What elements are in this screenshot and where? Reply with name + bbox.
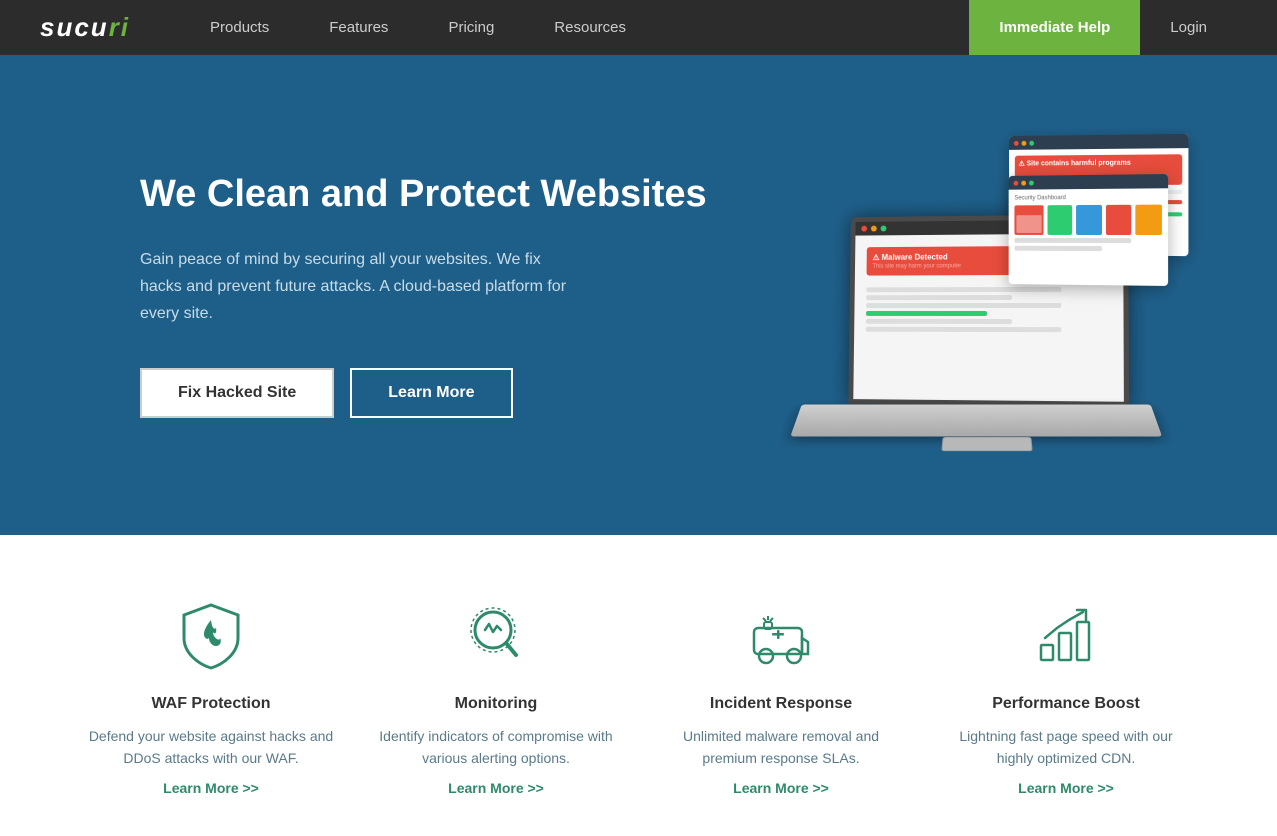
screen-dot-r — [861, 226, 867, 232]
dot-green — [1029, 140, 1034, 145]
s-line-status — [866, 311, 987, 316]
nav-resources[interactable]: Resources — [554, 19, 626, 36]
features-section: WAF Protection Defend your website again… — [0, 535, 1277, 836]
nav-links: Products Features Pricing Resources — [210, 19, 969, 36]
s-line-3 — [866, 303, 1061, 308]
incident-icon-container — [741, 595, 821, 675]
learn-more-button[interactable]: Learn More — [350, 368, 512, 418]
bar-chart-5 — [1136, 205, 1162, 235]
hero-illustration: ⚠ Site contains harmful programs RISK OK — [777, 115, 1197, 475]
monitoring-description: Identify indicators of compromise with v… — [374, 725, 619, 770]
performance-icon-container — [1026, 595, 1106, 675]
dot-red — [1014, 140, 1019, 145]
incident-learn-more[interactable]: Learn More >> — [733, 780, 829, 796]
incident-description: Unlimited malware removal and premium re… — [659, 725, 904, 770]
bar-chart-1 — [1014, 205, 1043, 235]
s-line-1 — [866, 287, 1061, 292]
card-line-3 — [1014, 246, 1101, 251]
performance-learn-more[interactable]: Learn More >> — [1018, 780, 1114, 796]
card-line-2 — [1014, 238, 1131, 243]
performance-title: Performance Boost — [992, 695, 1140, 713]
feature-waf: WAF Protection Defend your website again… — [89, 595, 334, 796]
nav-products[interactable]: Products — [210, 19, 269, 36]
screen-dot-g — [881, 226, 887, 232]
dot-red-2 — [1013, 180, 1018, 185]
monitoring-title: Monitoring — [455, 695, 538, 713]
fix-hacked-site-button[interactable]: Fix Hacked Site — [140, 368, 334, 418]
s-line-4 — [866, 319, 1012, 324]
monitoring-learn-more[interactable]: Learn More >> — [448, 780, 544, 796]
shield-fire-icon — [176, 600, 246, 670]
incident-response-icon — [746, 600, 816, 670]
features-grid: WAF Protection Defend your website again… — [89, 595, 1189, 796]
bar-chart-4 — [1106, 205, 1132, 235]
feature-incident: Incident Response Unlimited malware remo… — [659, 595, 904, 796]
hero-buttons: Fix Hacked Site Learn More — [140, 368, 707, 418]
navbar: sucuri Products Features Pricing Resourc… — [0, 0, 1277, 55]
laptop-keyboard — [790, 404, 1162, 436]
logo-text: sucuri — [40, 12, 130, 43]
s-line-2 — [866, 295, 1011, 300]
hero-title: We Clean and Protect Websites — [140, 172, 707, 218]
monitoring-icon — [461, 600, 531, 670]
feature-performance: Performance Boost Lightning fast page sp… — [944, 595, 1189, 796]
float-card-front: Security Dashboard — [1009, 174, 1168, 286]
waf-learn-more[interactable]: Learn More >> — [163, 780, 259, 796]
laptop-trackpad — [941, 437, 1032, 451]
immediate-help-button[interactable]: Immediate Help — [969, 0, 1140, 55]
incident-title: Incident Response — [710, 695, 852, 713]
waf-title: WAF Protection — [151, 695, 270, 713]
dot-green-2 — [1029, 180, 1034, 185]
feature-monitoring: Monitoring Identify indicators of compro… — [374, 595, 619, 796]
waf-description: Defend your website against hacks and DD… — [89, 725, 334, 770]
card-label: Security Dashboard — [1014, 194, 1161, 201]
monitoring-icon-container — [456, 595, 536, 675]
nav-features[interactable]: Features — [329, 19, 388, 36]
nav-pricing[interactable]: Pricing — [448, 19, 494, 36]
hero-content: We Clean and Protect Websites Gain peace… — [140, 172, 707, 417]
dot-yellow-2 — [1021, 180, 1026, 185]
bar-chart-3 — [1076, 205, 1102, 235]
screen-lines — [858, 283, 1120, 340]
hero-description: Gain peace of mind by securing all your … — [140, 246, 580, 328]
bar-chart-2 — [1047, 205, 1072, 235]
login-button[interactable]: Login — [1140, 0, 1237, 55]
s-line-5 — [866, 327, 1061, 332]
dot-yellow — [1022, 140, 1027, 145]
performance-boost-icon — [1031, 600, 1101, 670]
screen-dot-y — [871, 226, 877, 232]
waf-icon-container — [171, 595, 251, 675]
performance-description: Lightning fast page speed with our highl… — [944, 725, 1189, 770]
logo[interactable]: sucuri — [40, 12, 130, 43]
hero-section: We Clean and Protect Websites Gain peace… — [0, 55, 1277, 535]
